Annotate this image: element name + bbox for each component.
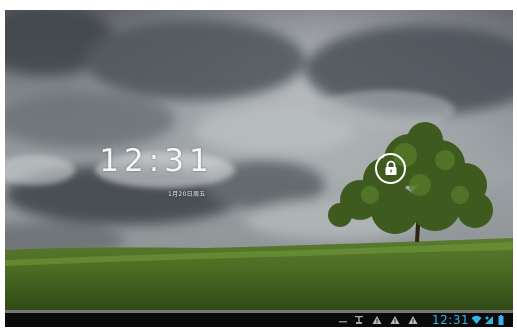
lock-date: 1月20日周五 — [168, 191, 206, 198]
lock-icon — [385, 160, 397, 175]
signal-icon — [485, 316, 493, 324]
warning-icon — [372, 316, 382, 324]
wifi-icon — [471, 315, 482, 324]
system-status-bar: 12:31 — [5, 313, 513, 327]
wallpaper-landscape — [5, 10, 513, 310]
minimize-icon[interactable] — [338, 315, 348, 325]
lock-clock: 12:31 — [99, 143, 214, 179]
warning-icon — [408, 316, 418, 324]
unlock-button[interactable] — [375, 153, 406, 184]
lock-screen: 12:31 1月20日周五 — [5, 10, 513, 323]
usb-icon — [355, 316, 363, 324]
battery-icon — [498, 315, 504, 325]
status-clock[interactable]: 12:31 — [432, 313, 469, 327]
warning-icon — [390, 316, 400, 324]
